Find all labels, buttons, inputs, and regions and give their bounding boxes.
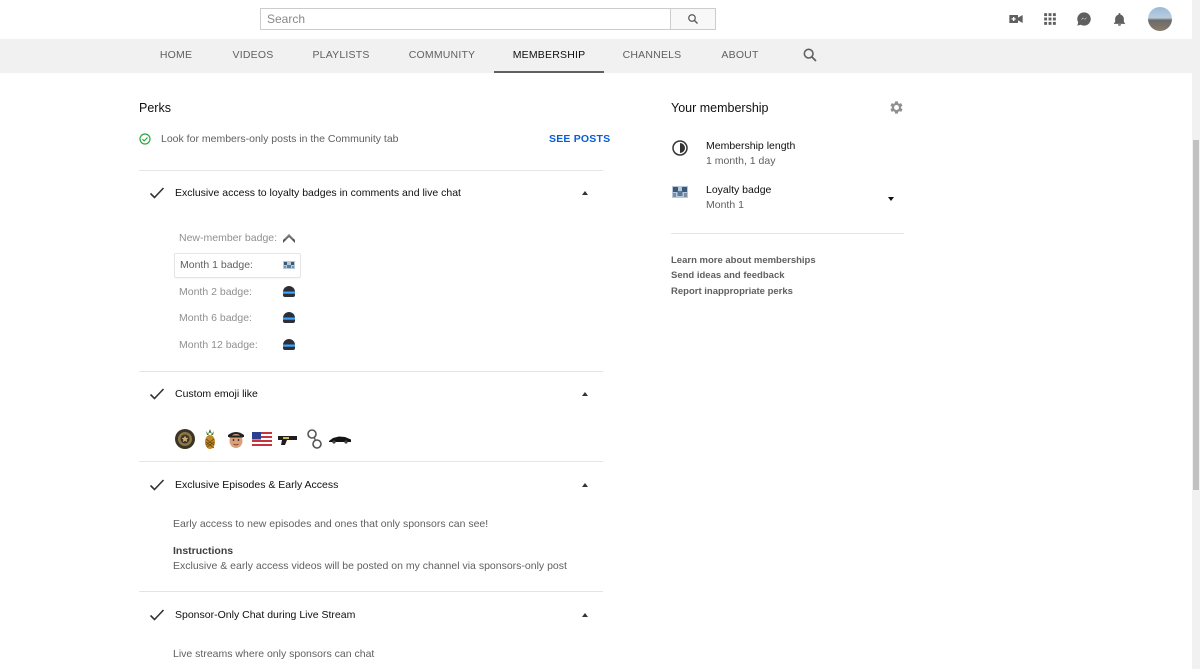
seal-emoji bbox=[175, 429, 195, 449]
badge-row-new-member[interactable]: New-member badge: bbox=[174, 226, 301, 251]
scrollbar-thumb[interactable] bbox=[1193, 140, 1199, 490]
your-membership-title: Your membership bbox=[671, 101, 769, 115]
badge-label: New-member badge: bbox=[179, 232, 278, 244]
apps-grid-icon[interactable] bbox=[1041, 10, 1059, 28]
checkmark-icon bbox=[149, 609, 165, 621]
search-input[interactable] bbox=[260, 8, 671, 30]
search-icon bbox=[688, 14, 698, 24]
collapse-caret-icon[interactable] bbox=[582, 483, 588, 487]
tab-community[interactable]: COMMUNITY bbox=[403, 39, 481, 73]
instructions-label: Instructions bbox=[173, 545, 234, 557]
custom-emoji-list bbox=[174, 428, 374, 450]
perk-episodes-header[interactable]: Exclusive Episodes & Early Access bbox=[139, 476, 603, 496]
pineapple-emoji bbox=[205, 429, 215, 449]
page-scrollbar[interactable] bbox=[1192, 0, 1200, 669]
learn-more-memberships-link[interactable]: Learn more about memberships bbox=[671, 255, 816, 266]
face-emoji bbox=[228, 432, 244, 448]
top-bar bbox=[0, 0, 1192, 39]
tab-videos[interactable]: VIDEOS bbox=[229, 39, 277, 73]
tab-channels[interactable]: CHANNELS bbox=[618, 39, 686, 73]
badge-label: Month 12 badge: bbox=[179, 339, 258, 351]
loyalty-badge-label: Loyalty badge bbox=[706, 184, 772, 196]
loyalty-badge-icon bbox=[672, 186, 688, 198]
perk-emoji-header[interactable]: Custom emoji like bbox=[139, 385, 603, 405]
loyalty-badge-value: Month 1 bbox=[706, 199, 744, 211]
perk-episodes-title: Exclusive Episodes & Early Access bbox=[175, 479, 339, 491]
channel-search-icon[interactable] bbox=[802, 47, 818, 63]
perk-badges-header[interactable]: Exclusive access to loyalty badges in co… bbox=[139, 184, 603, 204]
checkmark-icon bbox=[149, 388, 165, 400]
perks-title: Perks bbox=[139, 101, 171, 115]
collapse-caret-icon[interactable] bbox=[582, 392, 588, 396]
perk-emoji-title: Custom emoji like bbox=[175, 388, 258, 400]
checkmark-icon bbox=[149, 479, 165, 491]
avatar[interactable] bbox=[1148, 7, 1172, 31]
notifications-bell-icon[interactable] bbox=[1110, 10, 1128, 28]
channel-tabs: HOME VIDEOS PLAYLISTS COMMUNITY MEMBERSH… bbox=[0, 39, 1192, 73]
episodes-description: Early access to new episodes and ones th… bbox=[173, 518, 489, 530]
checkmark-icon bbox=[149, 187, 165, 199]
pixel-badge-icon bbox=[283, 261, 295, 269]
divider bbox=[671, 233, 904, 234]
community-note-text: Look for members-only posts in the Commu… bbox=[161, 133, 399, 145]
check-circle-icon bbox=[139, 133, 151, 145]
badge-label: Month 2 badge: bbox=[179, 286, 252, 298]
badge-label: Month 6 badge: bbox=[179, 312, 252, 324]
divider bbox=[139, 170, 603, 171]
blue-stripe-badge-icon bbox=[283, 312, 295, 323]
tab-playlists[interactable]: PLAYLISTS bbox=[308, 39, 374, 73]
tab-membership[interactable]: MEMBERSHIP bbox=[494, 39, 604, 73]
create-video-icon[interactable] bbox=[1007, 10, 1025, 28]
see-posts-button[interactable]: SEE POSTS bbox=[549, 133, 610, 145]
tab-about[interactable]: ABOUT bbox=[716, 39, 764, 73]
membership-length-clock-icon bbox=[672, 140, 688, 156]
badge-row-month-6[interactable]: Month 6 badge: bbox=[174, 306, 301, 331]
blue-stripe-badge-icon bbox=[283, 339, 295, 350]
collapse-caret-icon[interactable] bbox=[582, 613, 588, 617]
blue-stripe-badge-icon bbox=[283, 286, 295, 297]
divider bbox=[139, 461, 603, 462]
divider bbox=[139, 371, 603, 372]
chevron-rank-badge-icon bbox=[283, 234, 295, 243]
membership-length-label: Membership length bbox=[706, 140, 796, 152]
gear-icon[interactable] bbox=[888, 99, 905, 116]
perk-chat-title: Sponsor-Only Chat during Live Stream bbox=[175, 609, 356, 621]
badge-label: Month 1 badge: bbox=[180, 259, 253, 271]
send-feedback-link[interactable]: Send ideas and feedback bbox=[671, 270, 785, 281]
perk-badges-title: Exclusive access to loyalty badges in co… bbox=[175, 187, 461, 199]
gun-emoji bbox=[278, 436, 297, 445]
handcuffs-emoji bbox=[307, 429, 322, 449]
badge-row-month-1[interactable]: Month 1 badge: bbox=[174, 253, 301, 278]
community-note: Look for members-only posts in the Commu… bbox=[139, 132, 602, 148]
chat-description: Live streams where only sponsors can cha… bbox=[173, 648, 375, 660]
car-emoji bbox=[329, 436, 351, 444]
loyalty-badge-dropdown-icon[interactable] bbox=[888, 197, 894, 201]
tab-home[interactable]: HOME bbox=[152, 39, 200, 73]
messages-icon[interactable] bbox=[1075, 10, 1093, 28]
badge-row-month-12[interactable]: Month 12 badge: bbox=[174, 333, 301, 358]
instructions-text: Exclusive & early access videos will be … bbox=[173, 560, 567, 572]
perk-chat-header[interactable]: Sponsor-Only Chat during Live Stream bbox=[139, 606, 603, 626]
divider bbox=[139, 591, 603, 592]
membership-length-value: 1 month, 1 day bbox=[706, 155, 776, 167]
collapse-caret-icon[interactable] bbox=[582, 191, 588, 195]
report-perks-link[interactable]: Report inappropriate perks bbox=[671, 286, 793, 297]
us-flag-emoji bbox=[252, 432, 272, 446]
badge-row-month-2[interactable]: Month 2 badge: bbox=[174, 280, 301, 305]
search-button[interactable] bbox=[670, 8, 716, 30]
